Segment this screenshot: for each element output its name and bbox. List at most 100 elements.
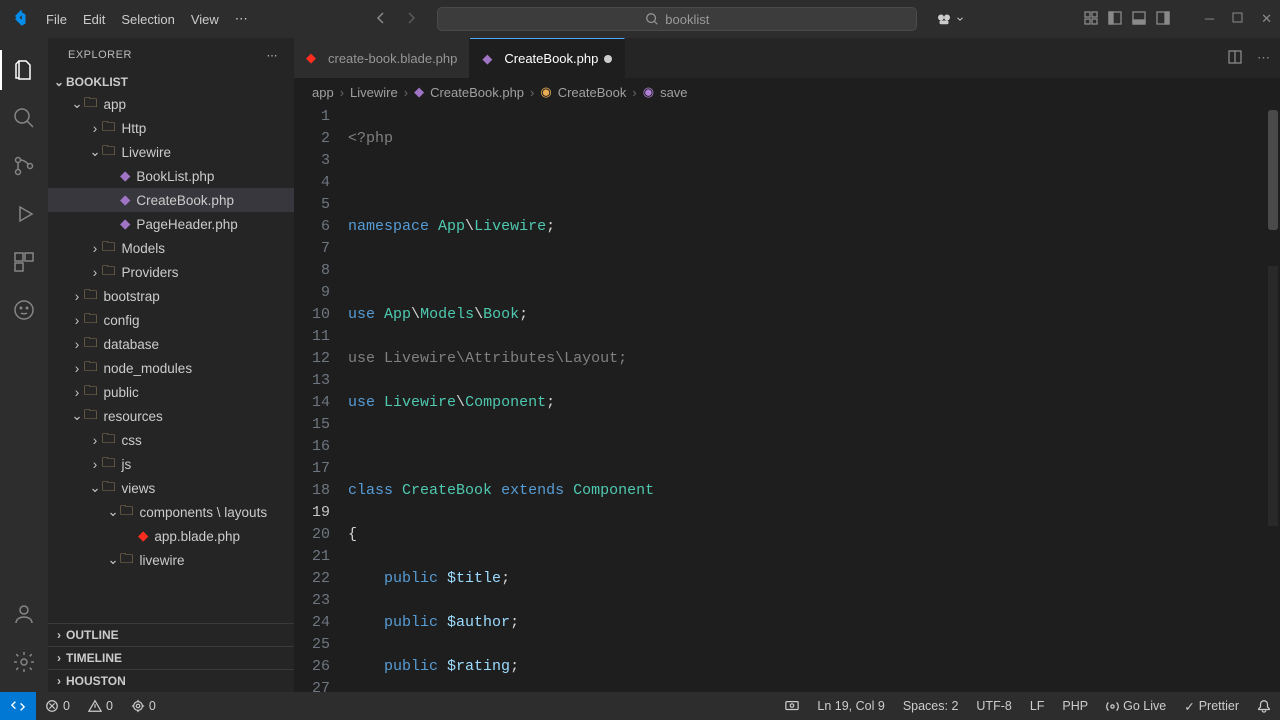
status-go-live[interactable]: Go Live bbox=[1097, 699, 1175, 713]
editor-more-icon[interactable]: ⋯ bbox=[1257, 50, 1270, 66]
status-errors[interactable]: 0 bbox=[36, 699, 79, 713]
folder-providers[interactable]: › 🗀 Providers bbox=[48, 260, 294, 284]
nav-forward-icon[interactable] bbox=[403, 10, 419, 29]
copilot-icon[interactable] bbox=[935, 10, 965, 28]
activity-settings-icon[interactable] bbox=[0, 638, 48, 686]
folder-icon: 🗀 bbox=[84, 93, 98, 116]
layout-panel-icon[interactable] bbox=[1131, 10, 1147, 29]
menu-view[interactable]: View bbox=[183, 12, 227, 27]
folder-node-modules[interactable]: › 🗀 node_modules bbox=[48, 356, 294, 380]
vertical-scrollbar[interactable] bbox=[1268, 110, 1278, 230]
folder-bootstrap[interactable]: › 🗀 bootstrap bbox=[48, 284, 294, 308]
activity-extensions-icon[interactable] bbox=[0, 238, 48, 286]
folder-views[interactable]: ⌄ 🗀 views bbox=[48, 476, 294, 500]
folder-resources[interactable]: ⌄ 🗀 resources bbox=[48, 404, 294, 428]
chevron-down-icon: ⌄ bbox=[70, 408, 84, 424]
breadcrumb-segment[interactable]: save bbox=[660, 85, 687, 100]
tab-createbook-php[interactable]: ◆ CreateBook.php bbox=[470, 38, 625, 78]
close-icon[interactable]: ✕ bbox=[1261, 11, 1272, 27]
status-bar: 0 0 0 Ln 19, Col 9 Spaces: 2 UTF-8 LF PH… bbox=[0, 692, 1280, 720]
folder-js[interactable]: › 🗀 js bbox=[48, 452, 294, 476]
status-encoding[interactable]: UTF-8 bbox=[967, 699, 1020, 713]
file-booklist[interactable]: ◆ BookList.php bbox=[48, 164, 294, 188]
explorer-more-icon[interactable]: ⋯ bbox=[267, 49, 279, 62]
status-eol[interactable]: LF bbox=[1021, 699, 1054, 713]
folder-icon: 🗀 bbox=[102, 261, 116, 284]
menu-edit[interactable]: Edit bbox=[75, 12, 113, 27]
menu-selection[interactable]: Selection bbox=[113, 12, 182, 27]
folder-public[interactable]: › 🗀 public bbox=[48, 380, 294, 404]
activity-account-icon[interactable] bbox=[0, 590, 48, 638]
tree-root[interactable]: ⌄ BOOKLIST bbox=[48, 72, 294, 92]
code-content[interactable]: <?php namespace App\Livewire; use App\Mo… bbox=[348, 106, 1280, 692]
activity-debug-icon[interactable] bbox=[0, 190, 48, 238]
status-bell-icon[interactable] bbox=[1248, 699, 1280, 713]
breadcrumbs[interactable]: app› Livewire› ◆ CreateBook.php› ◉ Creat… bbox=[294, 78, 1280, 106]
folder-livewire-views[interactable]: ⌄ 🗀 livewire bbox=[48, 548, 294, 572]
section-timeline[interactable]: ›TIMELINE bbox=[48, 646, 294, 669]
split-editor-icon[interactable] bbox=[1227, 49, 1243, 68]
file-app-blade[interactable]: ◆ app.blade.php bbox=[48, 524, 294, 548]
status-ports[interactable]: 0 bbox=[122, 699, 165, 713]
folder-icon: 🗀 bbox=[84, 405, 98, 428]
search-icon bbox=[645, 12, 659, 26]
dirty-indicator-icon bbox=[604, 55, 612, 63]
status-spaces[interactable]: Spaces: 2 bbox=[894, 699, 968, 713]
laravel-file-icon: ◆ bbox=[138, 528, 148, 544]
method-symbol-icon: ◉ bbox=[643, 84, 654, 100]
status-cursor-position[interactable]: Ln 19, Col 9 bbox=[808, 699, 893, 713]
minimap[interactable] bbox=[1268, 266, 1278, 526]
breadcrumb-segment[interactable]: CreateBook.php bbox=[430, 85, 524, 100]
folder-http[interactable]: › 🗀 Http bbox=[48, 116, 294, 140]
status-warnings[interactable]: 0 bbox=[79, 699, 122, 713]
activity-explorer-icon[interactable] bbox=[0, 46, 48, 94]
chevron-right-icon: › bbox=[70, 289, 84, 304]
folder-css[interactable]: › 🗀 css bbox=[48, 428, 294, 452]
chevron-right-icon: › bbox=[52, 651, 66, 665]
folder-app[interactable]: ⌄ 🗀 app bbox=[48, 92, 294, 116]
folder-components-layouts[interactable]: ⌄ 🗀 components \ layouts bbox=[48, 500, 294, 524]
layout-sidebar-right-icon[interactable] bbox=[1155, 10, 1171, 29]
remote-indicator[interactable] bbox=[0, 692, 36, 720]
folder-config[interactable]: › 🗀 config bbox=[48, 308, 294, 332]
breadcrumb-segment[interactable]: CreateBook bbox=[558, 85, 627, 100]
chevron-right-icon: › bbox=[70, 385, 84, 400]
minimize-icon[interactable]: ─ bbox=[1205, 11, 1214, 27]
folder-icon: 🗀 bbox=[84, 357, 98, 380]
status-language[interactable]: PHP bbox=[1053, 699, 1097, 713]
breadcrumb-segment[interactable]: app bbox=[312, 85, 334, 100]
folder-database[interactable]: › 🗀 database bbox=[48, 332, 294, 356]
line-numbers: 1234 5678 9101112 13141516 17181920 2122… bbox=[294, 106, 348, 692]
command-center-search[interactable]: booklist bbox=[437, 7, 917, 31]
chevron-down-icon: ⌄ bbox=[106, 552, 120, 568]
menu-more[interactable]: ⋯ bbox=[227, 11, 256, 27]
file-pageheader[interactable]: ◆ PageHeader.php bbox=[48, 212, 294, 236]
activity-scm-icon[interactable] bbox=[0, 142, 48, 190]
section-houston[interactable]: ›HOUSTON bbox=[48, 669, 294, 692]
section-outline[interactable]: ›OUTLINE bbox=[48, 623, 294, 646]
layout-grid-icon[interactable] bbox=[1083, 10, 1099, 29]
folder-livewire[interactable]: ⌄ 🗀 Livewire bbox=[48, 140, 294, 164]
file-createbook[interactable]: ◆ CreateBook.php bbox=[48, 188, 294, 212]
activity-houston-icon[interactable] bbox=[0, 286, 48, 334]
status-prettier[interactable]: ✓Prettier bbox=[1175, 699, 1248, 714]
chevron-right-icon: › bbox=[88, 265, 102, 280]
layout-sidebar-left-icon[interactable] bbox=[1107, 10, 1123, 29]
folder-icon: 🗀 bbox=[120, 549, 134, 572]
tab-create-book-blade[interactable]: ◆ create-book.blade.php bbox=[294, 38, 470, 78]
folder-models[interactable]: › 🗀 Models bbox=[48, 236, 294, 260]
status-screencast-icon[interactable] bbox=[776, 699, 808, 713]
code-editor[interactable]: 1234 5678 9101112 13141516 17181920 2122… bbox=[294, 106, 1280, 692]
menu-file[interactable]: File bbox=[38, 12, 75, 27]
activity-search-icon[interactable] bbox=[0, 94, 48, 142]
maximize-icon[interactable] bbox=[1232, 11, 1243, 27]
chevron-right-icon: › bbox=[70, 337, 84, 352]
php-file-icon: ◆ bbox=[120, 168, 130, 184]
breadcrumb-segment[interactable]: Livewire bbox=[350, 85, 398, 100]
search-text: booklist bbox=[665, 12, 709, 27]
folder-icon: 🗀 bbox=[84, 285, 98, 308]
chevron-right-icon: › bbox=[88, 457, 102, 472]
nav-back-icon[interactable] bbox=[373, 10, 389, 29]
folder-icon: 🗀 bbox=[84, 333, 98, 356]
title-bar: File Edit Selection View ⋯ booklist ─ ✕ bbox=[0, 0, 1280, 38]
